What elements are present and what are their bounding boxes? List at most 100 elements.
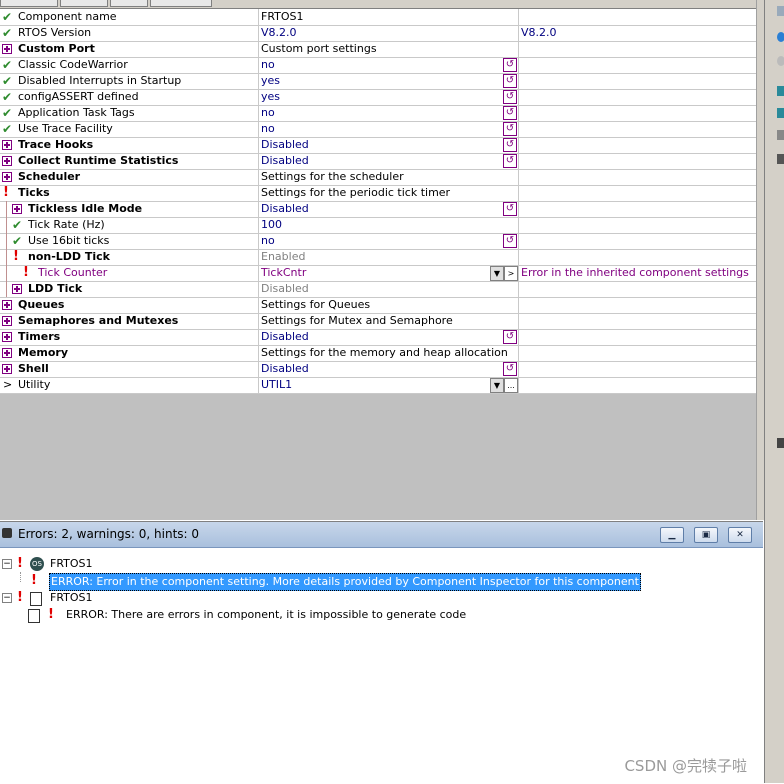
code-generator-icon bbox=[30, 592, 42, 606]
error-component-label[interactable]: FRTOS1 bbox=[50, 556, 93, 572]
property-row[interactable]: Collect Runtime Statistics Disabled ↺ bbox=[0, 153, 756, 170]
ellipsis-button[interactable]: ... bbox=[504, 378, 518, 393]
error-message[interactable]: ERROR: There are errors in component, it… bbox=[66, 607, 466, 623]
expand-plus-icon[interactable] bbox=[10, 201, 24, 217]
property-value-cell[interactable]: yes ↺ bbox=[258, 73, 518, 89]
property-name: Tick Rate (Hz) bbox=[28, 218, 105, 231]
property-row[interactable]: Tickless Idle Mode Disabled ↺ bbox=[0, 201, 756, 218]
expand-plus-icon[interactable] bbox=[0, 169, 14, 185]
property-row[interactable]: ✔ Use 16bit ticks no ↺ bbox=[0, 233, 756, 250]
property-value-cell[interactable]: V8.2.0 bbox=[258, 25, 518, 41]
property-value-cell[interactable]: Disabled ↺ bbox=[258, 153, 518, 169]
property-row[interactable]: Shell Disabled ↺ bbox=[0, 361, 756, 378]
radio-icon[interactable] bbox=[777, 32, 784, 42]
property-value-cell[interactable]: Disabled bbox=[258, 281, 518, 297]
property-value-cell[interactable]: no ↺ bbox=[258, 57, 518, 73]
reset-default-icon[interactable]: ↺ bbox=[503, 74, 517, 88]
property-row[interactable]: Scheduler Settings for the scheduler bbox=[0, 169, 756, 186]
property-info-cell bbox=[518, 105, 757, 121]
expand-plus-icon[interactable] bbox=[0, 329, 14, 345]
expand-plus-icon[interactable] bbox=[0, 313, 14, 329]
restore-button[interactable]: ▣ bbox=[694, 527, 718, 543]
expand-plus-icon[interactable] bbox=[0, 345, 14, 361]
property-row[interactable]: ✔ Use Trace Facility no ↺ bbox=[0, 121, 756, 138]
property-name: Trace Hooks bbox=[18, 138, 94, 151]
dropdown-button[interactable]: ▼ bbox=[490, 266, 504, 281]
expand-plus-icon[interactable] bbox=[0, 153, 14, 169]
property-value-cell[interactable]: no ↺ bbox=[258, 233, 518, 249]
property-row[interactable]: ✔ configASSERT defined yes ↺ bbox=[0, 89, 756, 106]
property-row[interactable]: Timers Disabled ↺ bbox=[0, 329, 756, 346]
reset-default-icon[interactable]: ↺ bbox=[503, 330, 517, 344]
error-icon: ! bbox=[31, 573, 37, 588]
error-message[interactable]: ERROR: Error in the component setting. M… bbox=[49, 573, 641, 591]
reset-default-icon[interactable]: ↺ bbox=[503, 362, 517, 376]
property-value-cell[interactable]: Disabled ↺ bbox=[258, 137, 518, 153]
property-row[interactable]: ! Ticks Settings for the periodic tick tim… bbox=[0, 185, 756, 202]
property-value-cell[interactable]: Enabled bbox=[258, 249, 518, 265]
property-row[interactable]: ✔ Component name FRTOS1 bbox=[0, 9, 756, 26]
property-value-cell[interactable]: FRTOS1 bbox=[258, 9, 518, 25]
expand-plus-icon[interactable] bbox=[0, 297, 14, 313]
reset-default-icon[interactable]: ↺ bbox=[503, 138, 517, 152]
property-value-cell[interactable]: no ↺ bbox=[258, 121, 518, 137]
component-inspector-grid: ✔ Component name FRTOS1 ✔ RTOS Version V8.2.0… bbox=[0, 9, 756, 394]
property-value-cell[interactable]: Settings for the periodic tick timer bbox=[258, 185, 518, 201]
property-name: Shell bbox=[18, 362, 49, 375]
property-row[interactable]: ✔ RTOS Version V8.2.0 V8.2.0 bbox=[0, 25, 756, 42]
expand-plus-icon[interactable] bbox=[0, 361, 14, 377]
property-row[interactable]: Memory Settings for the memory and heap a… bbox=[0, 345, 756, 362]
property-value-cell[interactable]: Settings for Mutex and Semaphore bbox=[258, 313, 518, 329]
property-row[interactable]: Semaphores and Mutexes Settings for Mutex… bbox=[0, 313, 756, 330]
property-value-cell[interactable]: UTIL1 ▼... bbox=[258, 377, 518, 393]
collapse-icon[interactable]: − bbox=[2, 559, 12, 569]
reset-default-icon[interactable]: ↺ bbox=[503, 202, 517, 216]
tab-build-options[interactable] bbox=[150, 0, 212, 7]
property-row[interactable]: ✔ Disabled Interrupts in Startup yes ↺ bbox=[0, 73, 756, 90]
property-row[interactable]: ! Tick Counter TickCntr ▼ > Error in the inhe… bbox=[0, 265, 756, 282]
reset-default-icon[interactable]: ↺ bbox=[503, 122, 517, 136]
property-info-cell: Error in the inherited component setting… bbox=[518, 265, 757, 281]
property-row[interactable]: > Utility UTIL1 ▼... bbox=[0, 377, 756, 394]
property-value-cell[interactable]: Settings for the scheduler bbox=[258, 169, 518, 185]
dropdown-button[interactable]: ▼ bbox=[490, 378, 504, 393]
property-value-cell[interactable]: Disabled ↺ bbox=[258, 201, 518, 217]
property-value-cell[interactable]: Disabled ↺ bbox=[258, 329, 518, 345]
reset-default-icon[interactable]: ↺ bbox=[503, 90, 517, 104]
property-row[interactable]: Trace Hooks Disabled ↺ bbox=[0, 137, 756, 154]
property-value-cell[interactable]: yes ↺ bbox=[258, 89, 518, 105]
go-to-component-button[interactable]: > bbox=[504, 266, 518, 281]
property-value-cell[interactable]: TickCntr ▼ > bbox=[258, 265, 518, 281]
tab-events[interactable] bbox=[110, 0, 148, 7]
error-component-label[interactable]: FRTOS1 bbox=[50, 590, 93, 606]
tab-methods[interactable] bbox=[60, 0, 108, 7]
reset-default-icon[interactable]: ↺ bbox=[503, 234, 517, 248]
collapse-icon[interactable]: − bbox=[2, 593, 12, 603]
property-value-cell[interactable]: Settings for Queues bbox=[258, 297, 518, 313]
property-row[interactable]: Queues Settings for Queues bbox=[0, 297, 756, 314]
reset-default-icon[interactable]: ↺ bbox=[503, 106, 517, 120]
property-row[interactable]: ✔ Application Task Tags no ↺ bbox=[0, 105, 756, 122]
reset-default-icon[interactable]: ↺ bbox=[503, 58, 517, 72]
tab-properties[interactable] bbox=[0, 0, 58, 7]
expand-plus-icon[interactable] bbox=[0, 137, 14, 153]
expand-plus-icon[interactable] bbox=[0, 41, 14, 57]
property-value-cell[interactable]: no ↺ bbox=[258, 105, 518, 121]
property-value: Settings for Mutex and Semaphore bbox=[261, 314, 453, 327]
minimize-button[interactable]: ▁ bbox=[660, 527, 684, 543]
property-value-cell[interactable]: Settings for the memory and heap allocat… bbox=[258, 345, 518, 361]
property-value-cell[interactable]: Disabled ↺ bbox=[258, 361, 518, 377]
property-row[interactable]: Custom Port Custom port settings bbox=[0, 41, 756, 58]
reset-default-icon[interactable]: ↺ bbox=[503, 154, 517, 168]
property-row[interactable]: ✔ Tick Rate (Hz) 100 bbox=[0, 217, 756, 234]
expand-plus-icon[interactable] bbox=[10, 281, 24, 297]
radio-icon[interactable] bbox=[777, 56, 784, 66]
property-row[interactable]: ! non-LDD Tick Enabled bbox=[0, 249, 756, 266]
tree-line bbox=[6, 233, 7, 249]
property-value-cell[interactable]: Custom port settings bbox=[258, 41, 518, 57]
property-value-cell[interactable]: 100 bbox=[258, 217, 518, 233]
property-row[interactable]: LDD Tick Disabled bbox=[0, 281, 756, 298]
close-button[interactable]: ✕ bbox=[728, 527, 752, 543]
property-row[interactable]: ✔ Classic CodeWarrior no ↺ bbox=[0, 57, 756, 74]
watermark: CSDN @完犊子啦 bbox=[624, 757, 747, 775]
